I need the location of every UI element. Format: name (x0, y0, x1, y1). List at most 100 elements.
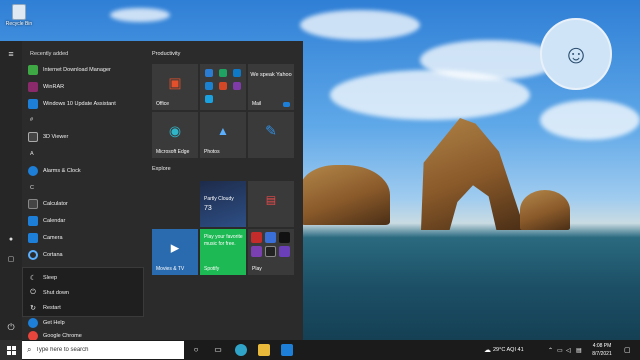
weather-widget[interactable]: ☁ 29°C AQI 41 (484, 340, 524, 360)
app-get-help[interactable]: Get Help (28, 316, 65, 330)
recycle-bin-icon (12, 4, 26, 20)
taskbar: ⌕ ○ ▭ ☁ 29°C AQI 41 ⌃ ▭ ◁ ▤ 4:08 PM 8/7/… (0, 340, 640, 360)
sea-rock (300, 165, 390, 225)
app-calendar[interactable]: Calendar (28, 214, 65, 228)
search-input[interactable] (35, 347, 176, 353)
game-icon (251, 232, 262, 243)
language-icon[interactable]: ▤ (576, 340, 582, 360)
letter-header[interactable]: C (30, 185, 34, 191)
idm-icon (28, 65, 38, 75)
edge-icon[interactable] (235, 344, 247, 356)
calculator-icon (28, 199, 38, 209)
tile-spotify[interactable]: Play your favorite music for free. Spoti… (200, 229, 246, 275)
weather-temp: 73 (204, 205, 212, 212)
sea-arch-rock (421, 118, 525, 230)
restart-option[interactable]: ↻ Restart (29, 301, 61, 315)
tile-office-apps-folder[interactable] (200, 64, 246, 110)
start-button[interactable] (0, 340, 22, 360)
network-icon[interactable]: ▭ (557, 340, 563, 360)
app-label: Get Help (43, 320, 65, 326)
onenote-icon (233, 82, 241, 90)
notification-icon[interactable]: ▢ (624, 340, 631, 360)
tile-whiteboard[interactable]: ✎ (248, 112, 294, 158)
pen-icon: ✎ (265, 122, 277, 139)
tile-news[interactable]: ▤ (248, 181, 294, 227)
tile-office[interactable]: ▣ Office (152, 64, 198, 110)
cloud (330, 70, 530, 120)
user-avatar-icon[interactable]: ● (5, 234, 17, 246)
power-icon: ⏻ (30, 289, 36, 296)
tile-photos[interactable]: ▲ Photos (200, 112, 246, 158)
task-view-icon[interactable]: ▭ (212, 344, 224, 356)
app-label: Calculator (43, 201, 68, 207)
mail-icon[interactable] (281, 344, 293, 356)
tile-label: Photos (204, 149, 220, 155)
start-menu: ≡ ● ▢ ⏻ Recently added Internet Download… (0, 41, 303, 340)
tile-weather[interactable]: Partly Cloudy 73 (200, 181, 246, 227)
app-cortana[interactable]: Cortana (28, 248, 63, 262)
app-camera[interactable]: Camera (28, 231, 63, 245)
tray-chevron-icon[interactable]: ⌃ (548, 340, 553, 360)
tile-edge[interactable]: ◉ Microsoft Edge (152, 112, 198, 158)
hamburger-menu-icon[interactable]: ≡ (5, 48, 17, 60)
game-icon (279, 246, 290, 257)
tile-movies-tv[interactable]: ▶ Movies & TV (152, 229, 198, 275)
word-icon (205, 69, 213, 77)
clock[interactable]: 4:08 PM 8/7/2021 (588, 342, 616, 358)
app-update-assistant[interactable]: Windows 10 Update Assistant (28, 97, 116, 111)
app-label: Google Chrome (43, 332, 82, 339)
search-box[interactable]: ⌕ (22, 341, 184, 359)
app-winrar[interactable]: WinRAR (28, 80, 64, 94)
tile-area: Productivity ▣ Office We speak Yahoo Mai… (150, 41, 303, 340)
file-explorer-icon[interactable] (258, 344, 270, 356)
app-calculator[interactable]: Calculator (28, 197, 68, 211)
letter-header[interactable]: A (30, 151, 34, 157)
game-icon (251, 246, 262, 257)
skype-icon (205, 95, 213, 103)
tile-label: Play (252, 266, 262, 272)
cloud (110, 8, 170, 22)
tile-mail[interactable]: We speak Yahoo Mail (248, 64, 294, 110)
outlook-icon (233, 69, 241, 77)
app-3d-viewer[interactable]: 3D Viewer (28, 130, 68, 144)
camera-icon (28, 233, 38, 243)
game-icon (265, 232, 276, 243)
shutdown-label: Shut down (43, 290, 69, 296)
app-idm[interactable]: Internet Download Manager (28, 63, 111, 77)
group-productivity: Productivity (152, 51, 181, 57)
cortana-icon[interactable]: ○ (190, 344, 202, 356)
app-label: WinRAR (43, 84, 65, 90)
app-label: Windows 10 Update Assistant (43, 101, 116, 107)
weather-condition: Partly Cloudy (204, 196, 234, 202)
app-alarms[interactable]: Alarms & Clock (28, 164, 81, 178)
volume-icon[interactable]: ◁ (566, 340, 571, 360)
shutdown-option[interactable]: ⏻ Shut down (29, 286, 69, 300)
sleep-option[interactable]: ☾ Sleep (29, 271, 57, 285)
recycle-bin-label: Recycle Bin (5, 21, 33, 27)
spotify-tile-text: Play your favorite music for free. (204, 234, 243, 247)
start-rail: ≡ ● ▢ ⏻ (0, 41, 22, 340)
mail-tile-text: We speak Yahoo (250, 72, 292, 78)
tile-play-folder[interactable]: Play (248, 229, 294, 275)
restart-icon: ↻ (30, 305, 36, 312)
winrar-icon (28, 82, 38, 92)
windows-icon (6, 345, 16, 355)
power-icon[interactable]: ⏻ (5, 321, 17, 333)
letter-header[interactable]: # (30, 117, 33, 123)
tile-label: Office (156, 101, 169, 107)
app-chrome[interactable]: Google Chrome (28, 331, 82, 340)
app-label: Cortana (43, 252, 63, 258)
power-menu: ☾ Sleep ⏻ Shut down ↻ Restart (22, 267, 144, 317)
recently-added-header: Recently added (30, 51, 69, 57)
onedrive-icon (205, 82, 213, 90)
tile-label: Movies & TV (156, 266, 185, 272)
recycle-bin[interactable]: Recycle Bin (4, 4, 34, 27)
cloud (300, 10, 420, 40)
tiktok-icon (279, 232, 290, 243)
chrome-icon (28, 331, 38, 340)
cortana-icon (28, 250, 38, 260)
documents-icon[interactable]: ▢ (5, 254, 17, 266)
app-label: 3D Viewer (43, 134, 69, 140)
tile-label: Microsoft Edge (156, 149, 190, 155)
film-icon: ▶ (170, 242, 180, 255)
